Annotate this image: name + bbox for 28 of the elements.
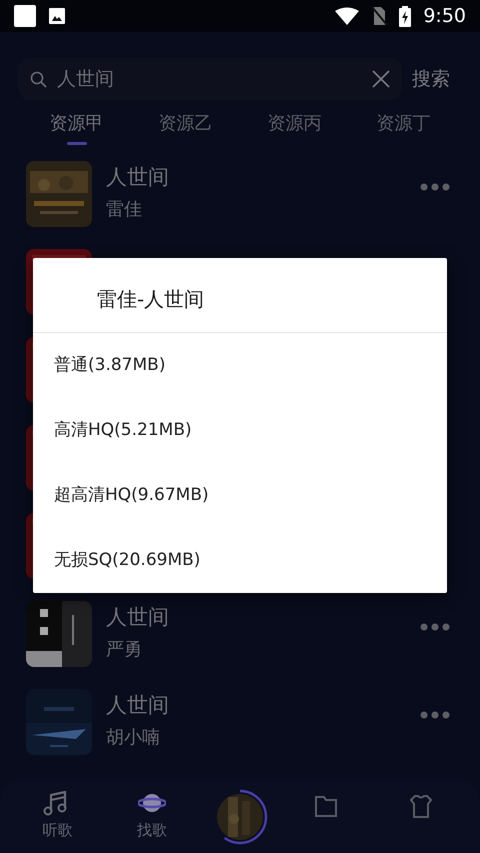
- search-icon: [30, 70, 47, 88]
- source-tab[interactable]: 资源丙: [240, 104, 349, 147]
- more-icon[interactable]: [420, 711, 450, 719]
- clear-icon[interactable]: [372, 70, 390, 88]
- nav-tab[interactable]: 听歌: [22, 791, 92, 842]
- source-tab[interactable]: 资源乙: [131, 104, 240, 147]
- quality-option[interactable]: 超高清HQ(9.67MB): [33, 463, 447, 528]
- nav-tab[interactable]: 找歌: [117, 791, 188, 842]
- status-time: 9:50: [423, 4, 466, 29]
- no-sim-icon: [371, 6, 388, 26]
- battery-icon: [399, 6, 412, 26]
- search-button[interactable]: 搜索: [412, 64, 450, 94]
- image-icon: [48, 7, 66, 25]
- search-input[interactable]: 人世间: [57, 64, 362, 94]
- artist-name: 雷佳: [106, 198, 143, 222]
- song-title: 人世间: [106, 605, 170, 630]
- search-field[interactable]: 人世间: [18, 58, 402, 100]
- artist-name: 胡小喃: [106, 726, 161, 750]
- wifi-icon: [335, 7, 360, 25]
- artist-name: 严勇: [106, 638, 143, 662]
- source-tab[interactable]: 资源甲: [22, 104, 131, 147]
- dialog-title: 雷佳-人世间: [33, 258, 447, 333]
- song-title: 人世间: [106, 693, 170, 718]
- notification-icon: [14, 5, 36, 27]
- source-tab[interactable]: 资源丁: [349, 104, 458, 147]
- more-icon[interactable]: [420, 183, 450, 191]
- more-icon[interactable]: [420, 623, 450, 631]
- song-title: 人世间: [106, 165, 170, 190]
